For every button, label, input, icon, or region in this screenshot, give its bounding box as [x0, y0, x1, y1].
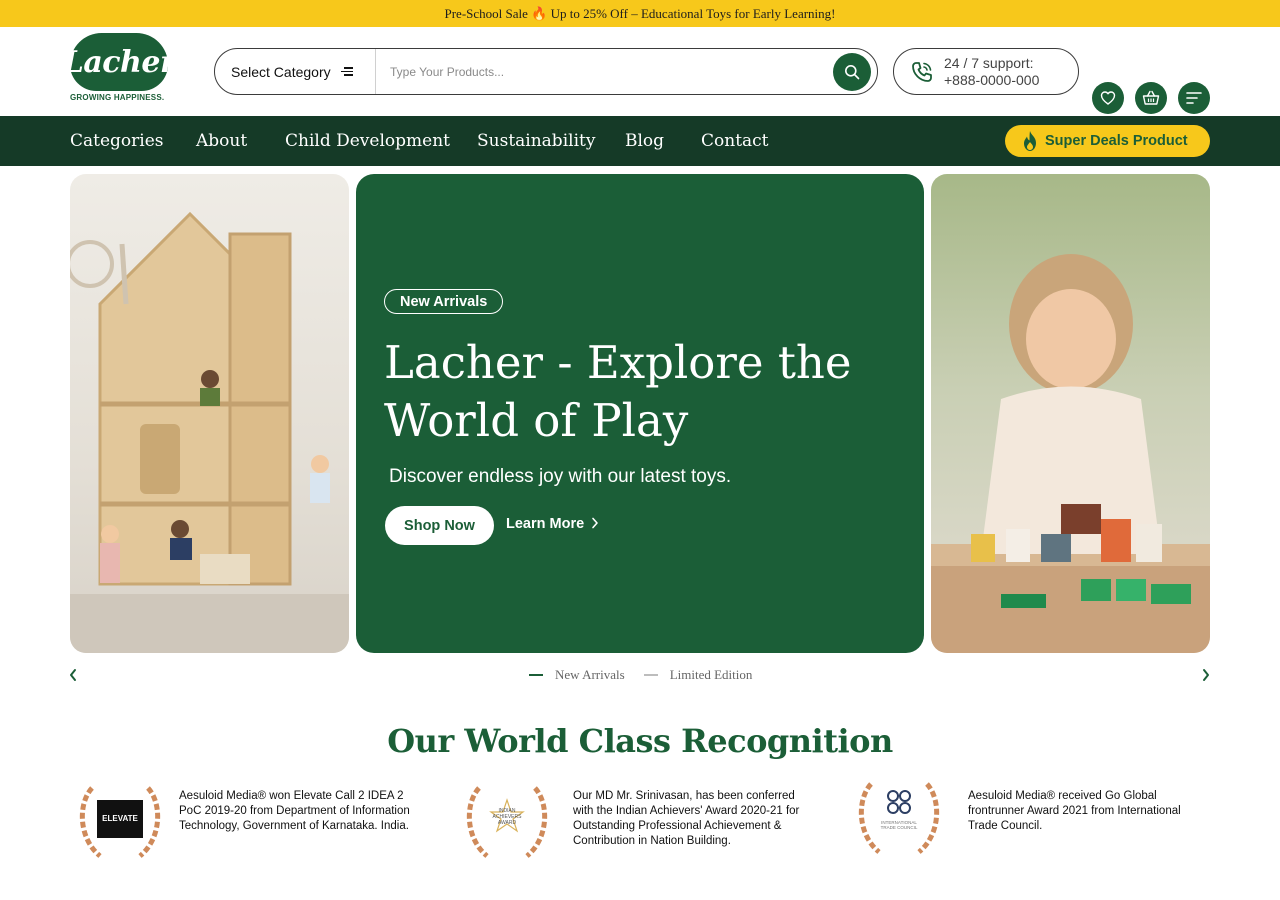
- heart-icon: [1100, 91, 1116, 105]
- menu-icon: [1186, 92, 1202, 104]
- logo-text: Lacher: [62, 44, 176, 80]
- search-icon: [845, 64, 860, 79]
- support-label: 24 / 7 support:: [944, 54, 1034, 71]
- support-contact[interactable]: 24 / 7 support: +888-0000-000: [893, 48, 1079, 95]
- award-emblem-text: INDIAN ACHIEVERS AWARD: [492, 808, 522, 826]
- inactive-indicator: [643, 674, 658, 676]
- nav-item-contact[interactable]: Contact: [701, 131, 769, 151]
- search-button[interactable]: [833, 52, 871, 91]
- carousel-tab-label: Limited Edition: [669, 667, 753, 682]
- award-item: INTERNATIONAL TRADE COUNCIL Aesuloid Med…: [849, 778, 1198, 864]
- main-nav: Categories About Child Development Susta…: [0, 116, 1280, 166]
- logo-tagline: GROWING HAPPINESS.: [70, 93, 165, 102]
- international-trade-council-emblem: INTERNATIONAL TRADE COUNCIL: [849, 778, 949, 864]
- dollhouse-slide-image[interactable]: [70, 174, 349, 653]
- award-item: INDIAN ACHIEVERS AWARD Our MD Mr. Sriniv…: [457, 778, 813, 864]
- learn-more-label: Learn More: [506, 516, 585, 532]
- elevate-award-emblem: ELEVATE: [70, 778, 170, 864]
- chevron-right-icon: [592, 517, 599, 529]
- basket-icon: [1142, 90, 1160, 105]
- filter-lines-icon: [340, 67, 353, 76]
- award-emblem-text: INTERNATIONAL TRADE COUNCIL: [880, 820, 918, 830]
- promo-bar: Pre-School Sale 🔥 Up to 25% Off – Educat…: [0, 0, 1280, 27]
- category-select[interactable]: Select Category: [215, 49, 376, 94]
- search-bar: Select Category: [214, 48, 878, 95]
- hero-slide: New Arrivals Lacher - Explore the World …: [356, 174, 924, 653]
- carousel-next-button[interactable]: [1201, 668, 1213, 682]
- hero-badge: New Arrivals: [384, 289, 504, 314]
- nav-item-sustainability[interactable]: Sustainability: [477, 131, 595, 151]
- logo[interactable]: Lacher GROWING HAPPINESS.: [63, 33, 176, 111]
- nav-item-child-development[interactable]: Child Development: [285, 131, 450, 151]
- shop-now-button[interactable]: Shop Now: [385, 506, 494, 545]
- cart-button[interactable]: [1135, 82, 1167, 114]
- hero-title: Lacher - Explore the World of Play: [384, 336, 852, 447]
- site-header: Lacher GROWING HAPPINESS. Select Categor…: [0, 27, 1280, 116]
- award-emblem-text: ELEVATE: [102, 814, 138, 823]
- wishlist-button[interactable]: [1092, 82, 1124, 114]
- carousel-tab-label: New Arrivals: [555, 667, 625, 682]
- active-indicator: [529, 674, 543, 676]
- flame-icon: [1024, 131, 1036, 151]
- carousel-tab-new-arrivals[interactable]: New Arrivals: [529, 667, 625, 683]
- nav-item-categories[interactable]: Categories: [70, 131, 164, 151]
- hero-subtitle: Discover endless joy with our latest toy…: [389, 466, 732, 487]
- support-phone: +888-0000-000: [944, 71, 1040, 88]
- carousel-prev-button[interactable]: [68, 668, 80, 682]
- nav-item-about[interactable]: About: [196, 131, 247, 151]
- phone-icon: [912, 61, 932, 82]
- category-select-label: Select Category: [231, 63, 331, 80]
- recognition-title: Our World Class Recognition: [387, 722, 893, 760]
- child-blocks-illustration: [931, 254, 1210, 653]
- carousel-tab-limited-edition[interactable]: Limited Edition: [643, 667, 753, 683]
- promo-text: Pre-School Sale 🔥 Up to 25% Off – Educat…: [444, 5, 836, 21]
- dollhouse-illustration: [70, 211, 349, 653]
- child-blocks-slide-image[interactable]: [931, 174, 1210, 653]
- award-text: Aesuloid Media® won Elevate Call 2 IDEA …: [179, 790, 410, 832]
- chevron-right-icon: [1203, 669, 1209, 681]
- search-input[interactable]: [376, 49, 833, 94]
- carousel-tabs: New Arrivals Limited Edition: [529, 667, 752, 683]
- award-item: ELEVATE Aesuloid Media® won Elevate Call…: [70, 778, 419, 864]
- learn-more-link[interactable]: Learn More: [506, 516, 599, 532]
- award-text: Our MD Mr. Srinivasan, has been conferre…: [573, 790, 800, 847]
- nav-item-blog[interactable]: Blog: [625, 131, 664, 151]
- indian-achievers-award-emblem: INDIAN ACHIEVERS AWARD: [457, 778, 557, 864]
- super-deals-label: Super Deals Product: [1045, 133, 1188, 149]
- chevron-left-icon: [70, 669, 76, 681]
- super-deals-button[interactable]: Super Deals Product: [1005, 125, 1210, 157]
- menu-button[interactable]: [1178, 82, 1210, 114]
- award-text: Aesuloid Media® received Go Global front…: [968, 790, 1181, 832]
- logo-badge: Lacher: [63, 33, 176, 91]
